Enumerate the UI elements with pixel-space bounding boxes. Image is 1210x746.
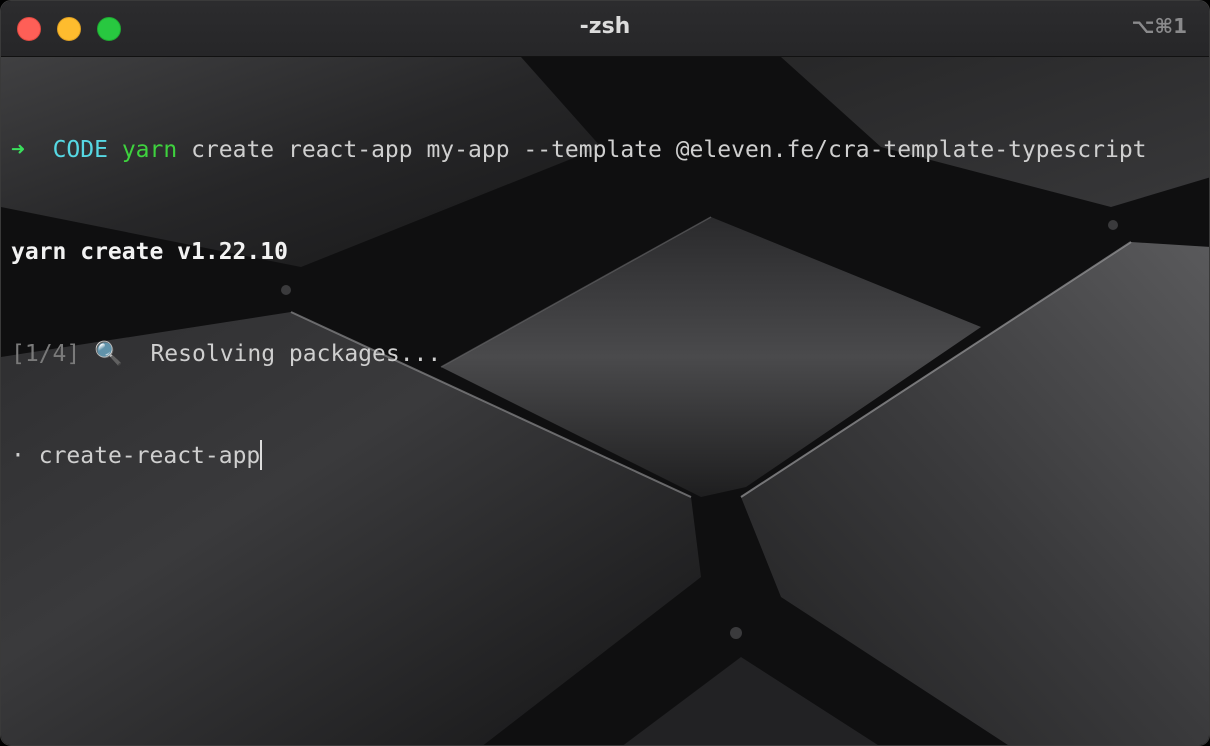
prompt-directory: CODE [52,137,108,163]
step-text: Resolving packages... [150,341,442,367]
terminal-content[interactable]: ➜ CODE yarn create react-app my-app --te… [1,57,1209,745]
output-line-version: yarn create v1.22.10 [11,235,1209,269]
window-title: -zsh [579,14,631,39]
yarn-version-text: yarn create v1.22.10 [11,239,288,265]
package-name: create-react-app [38,443,261,469]
terminal-window: -zsh ⌥⌘1 ➜ CODE yarn create react-app my… [0,0,1210,746]
command-args: create react-app my-app --template @elev… [191,137,1147,163]
step-counter: [1/4] [11,341,81,367]
text-cursor [260,440,263,470]
bullet-icon: · [11,443,25,469]
output-line-package: · create-react-app [11,439,1209,473]
command-name: yarn [121,137,178,163]
prompt-arrow-icon: ➜ [11,137,25,163]
title-bar[interactable]: -zsh ⌥⌘1 [1,1,1209,57]
prompt-line: ➜ CODE yarn create react-app my-app --te… [11,133,1209,167]
magnifier-icon: 🔍 [94,341,123,367]
output-line-step: [1/4] 🔍 Resolving packages... [11,337,1209,371]
window-shortcut-label: ⌥⌘1 [1131,14,1187,38]
terminal-output[interactable]: ➜ CODE yarn create react-app my-app --te… [11,65,1209,541]
